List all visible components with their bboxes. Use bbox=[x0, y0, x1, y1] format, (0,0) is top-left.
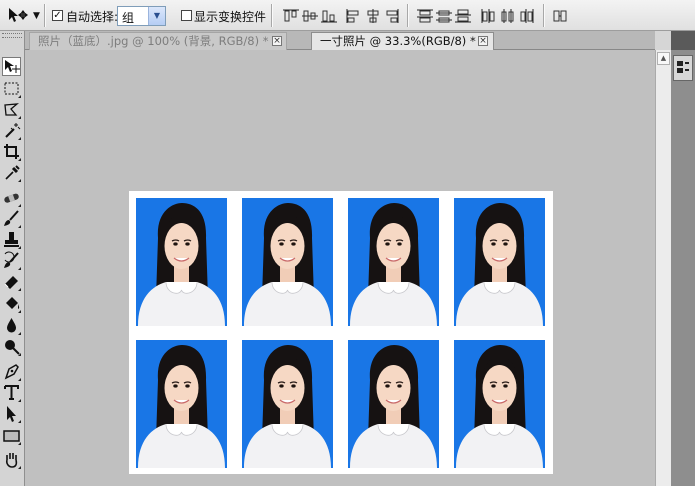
history-brush-tool[interactable] bbox=[2, 251, 21, 270]
separator bbox=[271, 4, 273, 27]
brush-tool[interactable] bbox=[2, 209, 21, 228]
auto-select-label: 自动选择: bbox=[66, 10, 119, 24]
panel-dock-header[interactable] bbox=[671, 31, 695, 50]
id-photo bbox=[136, 340, 227, 468]
align-right-icon[interactable] bbox=[383, 8, 401, 24]
distribute-hcenter-icon[interactable] bbox=[499, 8, 517, 24]
id-photo bbox=[454, 340, 545, 468]
align-top-icon[interactable] bbox=[282, 8, 300, 24]
hand-tool[interactable] bbox=[2, 450, 21, 469]
id-photo bbox=[242, 198, 333, 326]
pen-tool[interactable] bbox=[2, 362, 21, 381]
move-tool[interactable] bbox=[2, 57, 21, 76]
chevron-down-icon: ▼ bbox=[33, 11, 40, 21]
blur-tool[interactable] bbox=[2, 316, 21, 335]
distribute-vcenter-icon[interactable] bbox=[435, 8, 453, 24]
toolbox-grip[interactable] bbox=[2, 33, 22, 38]
close-icon[interactable]: × bbox=[478, 36, 488, 46]
id-photo bbox=[454, 198, 545, 326]
separator bbox=[44, 4, 46, 27]
marquee-tool[interactable] bbox=[2, 79, 21, 98]
rectangle-tool[interactable] bbox=[2, 426, 21, 445]
lasso-tool[interactable] bbox=[2, 100, 21, 119]
collapsed-panel-dock bbox=[671, 31, 695, 486]
tool-preset-picker[interactable]: ▼ bbox=[3, 5, 41, 25]
vertical-scrollbar[interactable]: ▲ bbox=[655, 50, 671, 486]
scroll-up-icon[interactable]: ▲ bbox=[657, 52, 670, 65]
align-bottom-icon[interactable] bbox=[320, 8, 338, 24]
magic-wand-tool[interactable] bbox=[2, 121, 21, 140]
clone-stamp-tool[interactable] bbox=[2, 230, 21, 249]
move-tool-icon bbox=[5, 60, 20, 73]
options-bar: ▼ ✓ 自动选择: 组 ▼ 显示变换控件 bbox=[0, 0, 695, 31]
show-transform-label: 显示变换控件 bbox=[194, 10, 267, 24]
tab-title: 一寸照片 @ 33.3%(RGB/8) * bbox=[320, 34, 476, 48]
photo-sheet[interactable] bbox=[129, 191, 553, 474]
auto-select-value: 组 bbox=[122, 11, 135, 25]
align-left-icon[interactable] bbox=[345, 8, 363, 24]
paint-bucket-tool[interactable] bbox=[2, 294, 21, 313]
tab-document-1[interactable]: 照片（蓝底）.jpg @ 100% (背景, RGB/8) * × bbox=[29, 32, 287, 50]
separator bbox=[543, 4, 545, 27]
align-vcenter-icon[interactable] bbox=[301, 8, 319, 24]
chevron-down-icon: ▼ bbox=[148, 7, 165, 25]
close-icon[interactable]: × bbox=[272, 36, 282, 46]
type-tool[interactable] bbox=[2, 383, 21, 402]
id-photo bbox=[242, 340, 333, 468]
toolbox bbox=[0, 31, 25, 486]
eyedropper-tool[interactable] bbox=[2, 163, 21, 182]
layers-panel-icon bbox=[677, 61, 689, 73]
auto-align-icon[interactable] bbox=[552, 8, 570, 24]
eraser-tool[interactable] bbox=[2, 272, 21, 291]
distribute-right-icon[interactable] bbox=[518, 8, 536, 24]
distribute-bottom-icon[interactable] bbox=[454, 8, 472, 24]
panel-dock-button[interactable] bbox=[673, 55, 693, 81]
id-photo bbox=[136, 198, 227, 326]
align-hcenter-icon[interactable] bbox=[364, 8, 382, 24]
dodge-tool[interactable] bbox=[2, 337, 21, 356]
move-tool-icon bbox=[9, 8, 28, 22]
auto-select-checkbox[interactable]: ✓ bbox=[52, 10, 63, 21]
healing-brush-tool[interactable] bbox=[2, 188, 21, 207]
id-photo bbox=[348, 340, 439, 468]
tab-document-2[interactable]: 一寸照片 @ 33.3%(RGB/8) * × bbox=[311, 32, 494, 50]
separator bbox=[407, 4, 409, 27]
distribute-left-icon[interactable] bbox=[480, 8, 498, 24]
show-transform-checkbox[interactable] bbox=[181, 10, 192, 21]
crop-tool[interactable] bbox=[2, 142, 21, 161]
auto-select-dropdown[interactable]: 组 ▼ bbox=[117, 6, 166, 26]
tab-title: 照片（蓝底）.jpg @ 100% (背景, RGB/8) * bbox=[38, 34, 269, 48]
document-tab-bar: 照片（蓝底）.jpg @ 100% (背景, RGB/8) * × 一寸照片 @… bbox=[25, 31, 655, 50]
id-photo bbox=[348, 198, 439, 326]
path-selection-tool[interactable] bbox=[2, 404, 21, 423]
distribute-top-icon[interactable] bbox=[416, 8, 434, 24]
